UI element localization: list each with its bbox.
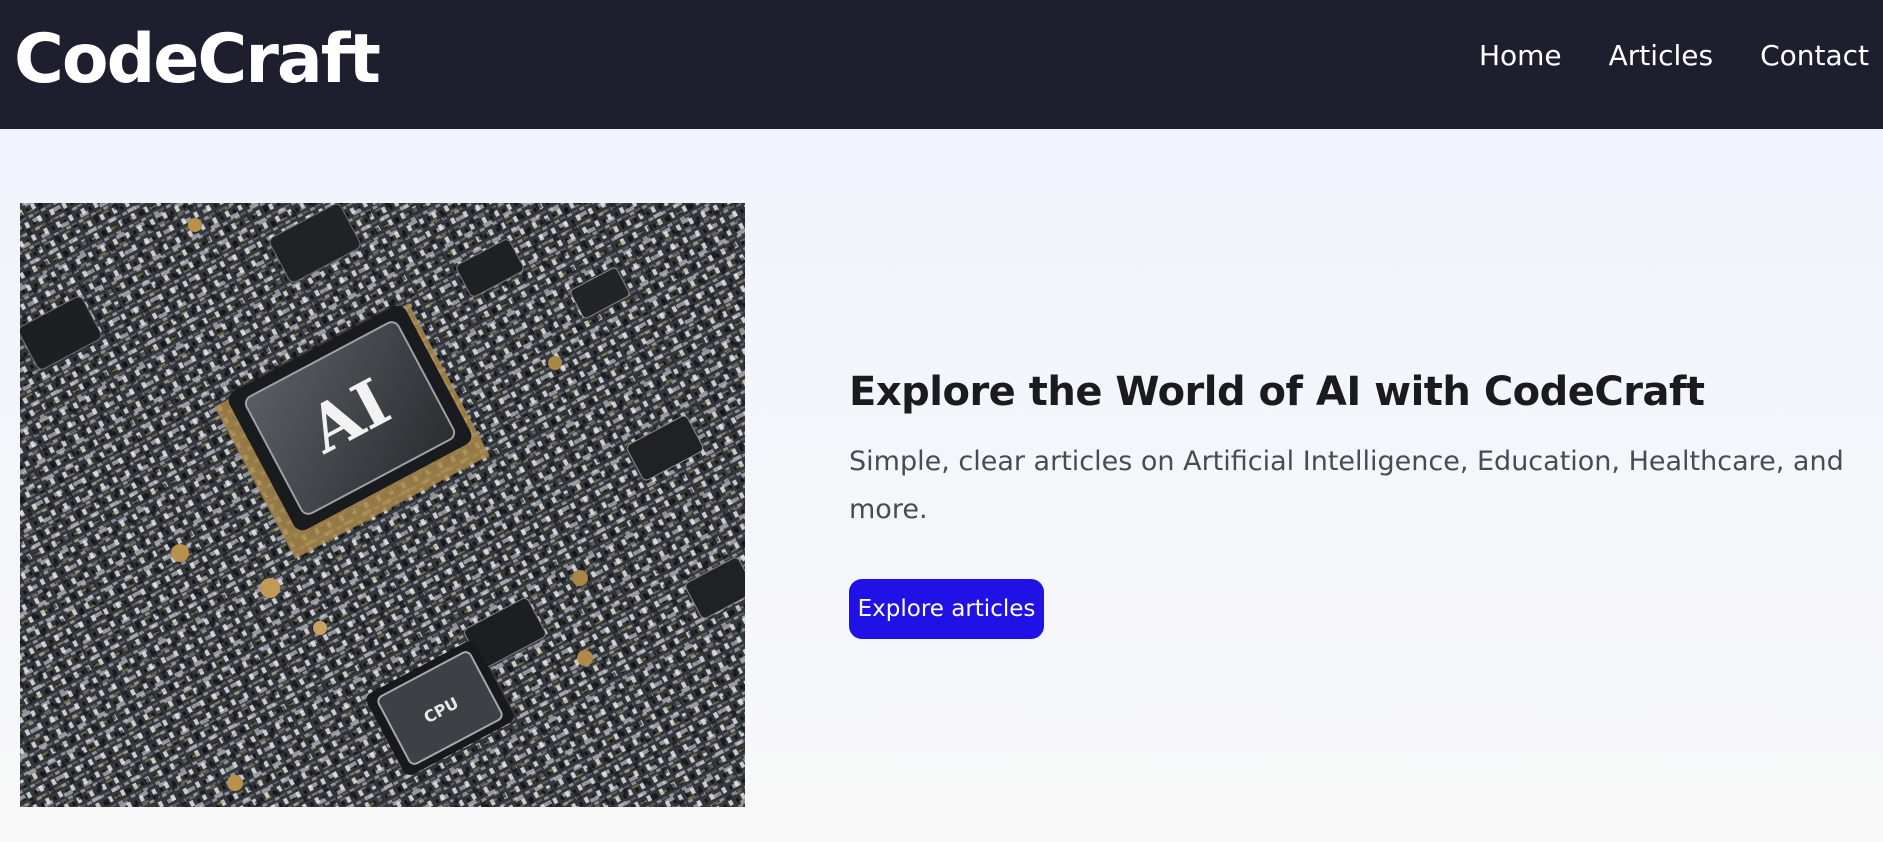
circuit-board-illustration: AI CPU xyxy=(20,203,745,807)
hero-image: AI CPU xyxy=(20,203,745,807)
nav-link-contact[interactable]: Contact xyxy=(1760,38,1869,74)
hero-subtitle: Simple, clear articles on Artificial Int… xyxy=(849,446,1844,525)
nav-link-home[interactable]: Home xyxy=(1479,38,1562,74)
site-logo[interactable]: CodeCraft xyxy=(14,18,381,102)
nav-link-articles[interactable]: Articles xyxy=(1609,38,1713,74)
hero-title: Explore the World of AI with CodeCraft xyxy=(849,369,1705,415)
explore-articles-button[interactable]: Explore articles xyxy=(849,579,1044,639)
site-header: CodeCraft Home Articles Contact xyxy=(0,0,1883,129)
main-nav: Home Articles Contact xyxy=(1479,38,1869,74)
